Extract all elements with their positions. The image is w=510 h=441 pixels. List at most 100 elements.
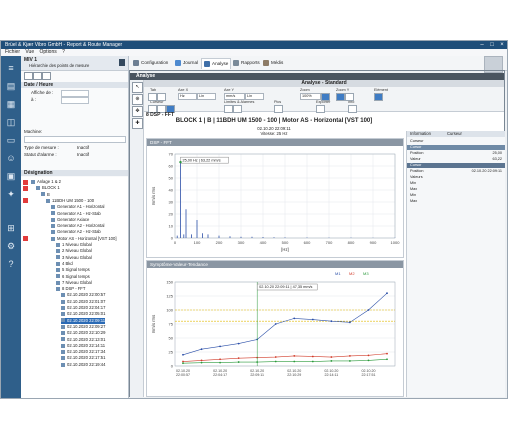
tab-information[interactable]: Information [410,131,431,137]
spectrum-chart[interactable]: 0102030405060700 100 200 300 400 500 600 700 800… [147,146,403,257]
users-icon[interactable]: ☺ [4,152,18,164]
cursor-tool-icon[interactable]: ↖ [132,82,143,93]
chart-icon[interactable]: ▦ [4,98,18,110]
tab-button-1[interactable] [148,93,157,101]
tools-icon[interactable]: ✦ [4,188,18,200]
display-from-input[interactable] [61,90,89,97]
tree-node[interactable]: BLOCK 1 [36,185,60,191]
data-point [311,360,314,363]
route-icon[interactable]: ◫ [4,116,18,128]
tree-node[interactable]: 02.10.2020 22:10:29 [61,330,105,336]
tree-node[interactable]: 02.10.2020 22:17:34 [61,349,105,355]
measure-type-value[interactable]: Inactif [77,145,89,151]
tree-node[interactable]: 7 Niveau Global [56,280,92,286]
monitor-icon[interactable]: ▭ [4,134,18,146]
y-scale-select[interactable]: Lin [245,93,264,100]
tree-node[interactable]: 02.10.2020 22:17:51 [61,355,105,361]
tree-node[interactable]: 02.10.2020 22:13:01 [61,337,105,343]
tree-node[interactable]: Generator A2 - Horizontal [51,223,104,229]
menu-help[interactable]: ? [62,49,65,56]
menu-file[interactable]: Fichier [5,49,20,56]
maximize-icon[interactable]: □ [487,41,497,49]
info-button[interactable] [348,105,357,113]
export-button[interactable] [316,105,325,113]
machine-input[interactable] [24,136,126,143]
menu-icon[interactable]: ≡ [4,62,18,74]
data-point [219,345,221,348]
tree-node[interactable]: 02.10.2020 22:14:11 [61,343,105,349]
zoom-in-button[interactable] [321,93,330,101]
tree-node[interactable]: 8 DSP - FFT [56,286,85,292]
analysis-main: Analyse - Standard Tab Axe X Axe Y Zoom … [144,80,505,397]
settings-icon[interactable]: ⚙ [4,240,18,252]
medis-icon [263,59,269,66]
marker-tool-icon[interactable]: ✚ [132,118,143,129]
trend-chart[interactable]: 0255075100125150mm/s rms02.10.2022:00:57… [147,268,403,396]
zoom-y-button[interactable] [336,93,345,101]
tree-node[interactable]: 2 Niveau Global [56,248,92,254]
help-icon[interactable]: ? [4,258,18,270]
element-button[interactable] [374,93,383,101]
tab-journal[interactable]: Journal [173,58,200,68]
tab-configuration[interactable]: Configuration [131,58,170,68]
zoom-select[interactable]: 100% [300,93,321,100]
tab-button-2[interactable] [157,93,166,101]
menu-options[interactable]: Options [40,49,57,56]
display-to-input[interactable] [61,97,89,104]
tree-node[interactable]: 02.10.2020 22:09:27 [61,324,105,330]
menu-view[interactable]: Vue [25,49,34,56]
x-tick-label: 100 [194,240,201,245]
tree-node[interactable]: Motor AS - Horizontal [VST 100] [51,236,117,242]
pan-tool-icon[interactable]: ✥ [132,106,143,117]
avatar[interactable] [484,56,503,73]
limits-button-1[interactable] [224,105,233,113]
data-point [311,318,314,321]
zoom-y-reset-button[interactable] [345,93,354,101]
document-icon[interactable]: ▣ [4,170,18,182]
x-unit-select[interactable]: Hz [178,93,197,100]
ribbon-peaks-label: Pics [274,100,282,104]
tree-node[interactable]: 6 Signal temps [56,274,90,280]
tab-rapports[interactable]: Rapports [231,58,262,68]
zoom-tool-icon[interactable]: ⊕ [132,94,143,105]
tree-node[interactable]: B [41,192,50,198]
tree-node[interactable]: 11BDH UM 1500 - 100 [46,198,94,204]
alarm-status-value[interactable]: Inactif [77,152,89,158]
tab-journal-label: Journal [183,60,199,65]
y-unit-select[interactable]: mm/s [224,93,245,100]
data-point [219,358,221,361]
hierarchy-icon[interactable]: ⊞ [4,222,18,234]
tree-node[interactable]: 3 Niveau Global [56,255,92,261]
tree-node[interactable]: Generator A1 - Horizontal [51,204,104,210]
tree-node[interactable]: 02.10.2020 22:19:44 [61,362,105,368]
tree-node[interactable]: Generator A2 - Hz-Stab [51,229,101,235]
minimize-icon[interactable]: – [477,41,487,49]
cursor-info-row: Position 02.10.20 22:09:11 [407,169,505,174]
tree-node[interactable]: 5 Signal temps [56,267,90,273]
filter-icon[interactable] [33,72,42,80]
x-scale-select[interactable]: Lin [197,93,216,100]
limits-button-2[interactable] [233,105,242,113]
nav-subtitle: Hiérarchie des points de mesure [29,63,90,68]
tree-node[interactable]: Generator Axiace [51,217,89,223]
cursor-info-label: Valeurs [410,175,423,179]
tree-node[interactable]: 02.10.2020 22:01:07 [61,299,105,305]
tab-cursor[interactable]: Curseur [447,131,462,137]
tree-node[interactable]: 02.10.2020 22:09:11 [61,317,106,324]
tree-node[interactable]: 02.10.2020 22:05:01 [61,311,105,317]
tree-node[interactable]: 1 Niveau Global [56,242,92,248]
refresh-icon[interactable] [42,72,51,80]
collapse-button[interactable] [119,59,125,66]
tree-node[interactable]: 02.10.2020 22:00:57 [61,292,105,298]
tree-node[interactable]: 02.10.2020 22:04:17 [61,305,105,311]
expand-icon[interactable] [24,72,33,80]
database-icon[interactable]: ▤ [4,80,18,92]
tree-node[interactable]: Generator A1 - Hz-Stab [51,211,101,217]
tree-node[interactable]: 4 Bkd [56,261,73,267]
peaks-button[interactable] [274,105,283,113]
tree-node[interactable]: Anlage 1 & 2 [31,179,61,185]
close-icon[interactable]: × [497,41,507,49]
tab-analyse[interactable]: Analyse [201,58,232,69]
tab-medis[interactable]: Médis [261,58,285,68]
tree-node-label: B [47,191,50,197]
